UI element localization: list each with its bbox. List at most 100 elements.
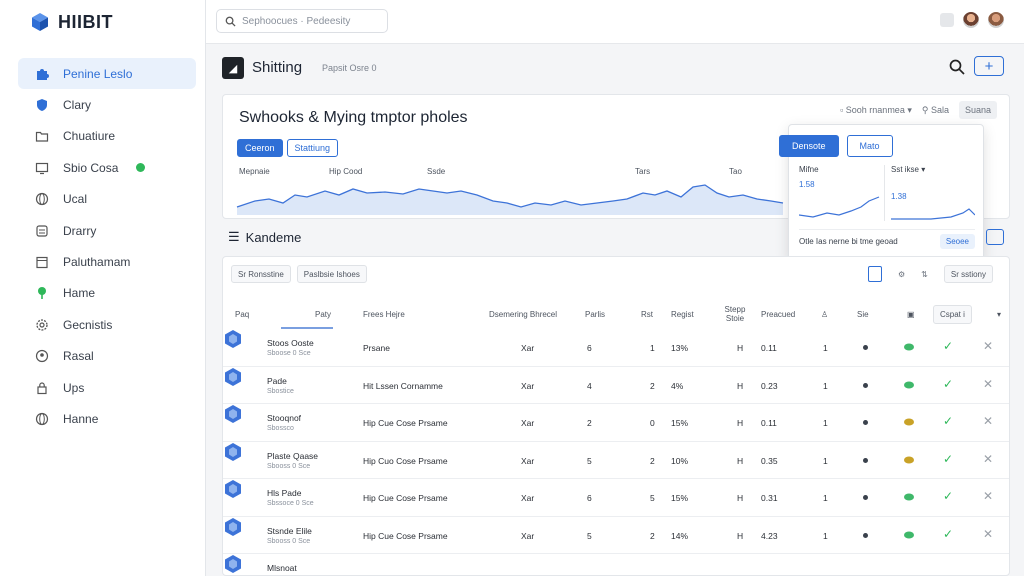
row-name[interactable]: Stsnde Elile bbox=[267, 526, 312, 536]
avatar-secondary[interactable] bbox=[988, 12, 1004, 28]
col-header[interactable]: Dsemering Bhrecel bbox=[489, 310, 557, 319]
name-type: Hip Cue Cose Prsame bbox=[363, 530, 448, 541]
col-header-tab[interactable]: Paty bbox=[315, 310, 331, 319]
toggle-secondary[interactable]: Stattiung bbox=[286, 139, 339, 157]
page-subtitle: Papsit Osre 0 bbox=[322, 63, 377, 73]
close-icon[interactable]: ✕ bbox=[983, 489, 993, 503]
sidebar-item-clary[interactable]: Clary bbox=[18, 89, 196, 120]
row-name[interactable]: Hls Pade bbox=[267, 488, 302, 498]
close-icon[interactable]: ✕ bbox=[983, 377, 993, 391]
approve-icon[interactable]: ✓ bbox=[943, 452, 953, 466]
approve-icon[interactable]: ✓ bbox=[943, 339, 953, 353]
table-row[interactable]: Hls Pade Sbssoce 0 Sce Hip Cue Cose Prsame… bbox=[223, 479, 1009, 517]
col-header[interactable]: Stepp Stoie bbox=[723, 305, 747, 323]
col-parlis: 6 bbox=[587, 493, 592, 503]
chevron-down-icon[interactable]: ▾ bbox=[997, 310, 1001, 319]
columns-button[interactable]: Cspat i bbox=[933, 305, 972, 324]
close-icon[interactable]: ✕ bbox=[983, 452, 993, 466]
sidebar-item-sbio-cosa[interactable]: Sbio Cosa bbox=[18, 152, 196, 183]
col-header[interactable]: Sie bbox=[857, 310, 869, 319]
export-icon[interactable] bbox=[868, 266, 882, 282]
approve-icon[interactable]: ✓ bbox=[943, 377, 953, 391]
col-count: 1 bbox=[823, 380, 828, 391]
table-row[interactable]: Plaste Qaase Sbooss 0 Sce Hip Cuo Cose Prs… bbox=[223, 442, 1009, 479]
search-box[interactable]: Sephoocues · Pedeesity bbox=[216, 9, 388, 33]
col-step: H bbox=[737, 530, 744, 541]
search-input[interactable]: Sephoocues · Pedeesity bbox=[242, 16, 350, 27]
col-rst-count: 2 bbox=[650, 455, 655, 466]
col-header[interactable]: Parlis bbox=[585, 310, 605, 319]
card-tool-filter[interactable]: ⚲ Sala bbox=[922, 105, 949, 116]
approve-icon[interactable]: ✓ bbox=[943, 527, 953, 541]
hexagon-avatar-icon bbox=[225, 330, 241, 348]
sidebar-item-gecnistis[interactable]: Gecnistis bbox=[18, 309, 196, 340]
sidebar-item-ups[interactable]: Ups bbox=[18, 372, 196, 403]
view-toggle: Ceeron Stattiung bbox=[237, 139, 339, 157]
col-header[interactable]: Preacued bbox=[761, 310, 795, 319]
col-regist: 15% bbox=[671, 493, 689, 503]
shield-icon bbox=[35, 98, 49, 112]
col-header[interactable]: Paq bbox=[235, 310, 249, 319]
header-search-icon[interactable] bbox=[948, 58, 966, 76]
hexagon-avatar-icon bbox=[225, 442, 241, 461]
close-icon[interactable]: ✕ bbox=[983, 527, 993, 541]
table-row[interactable]: Stoos Ooste Sboose 0 Sce Prsane Xar 6 1 13% H 0.… bbox=[223, 329, 1009, 367]
close-icon[interactable]: ✕ bbox=[983, 414, 993, 428]
col-regist: 4% bbox=[671, 380, 684, 391]
app-logo[interactable]: HIIBIT bbox=[30, 10, 113, 34]
col-preacued: 4.23 bbox=[761, 530, 778, 541]
sort-icon[interactable]: ⇅ bbox=[921, 270, 928, 279]
timeline-label: Tao bbox=[729, 167, 742, 176]
person-icon: ♙ bbox=[821, 310, 829, 319]
popover-footer-button[interactable]: Seoee bbox=[939, 234, 975, 249]
sidebar-item-rasal[interactable]: Rasal bbox=[18, 341, 196, 372]
popover-left-panel: Mifne 1.58 bbox=[799, 165, 885, 221]
popover-right-chart bbox=[891, 208, 975, 220]
table-row[interactable]: Mlsnoat bbox=[223, 554, 1009, 575]
card-tool-range[interactable]: ▫ Sooh rnanmea ▾ bbox=[840, 105, 912, 116]
col-rst-count: 1 bbox=[650, 343, 655, 353]
approve-icon[interactable]: ✓ bbox=[943, 414, 953, 428]
col-step: H bbox=[737, 455, 744, 466]
notifications-icon[interactable] bbox=[940, 13, 954, 27]
close-icon[interactable]: ✕ bbox=[983, 339, 993, 353]
settings-icon[interactable]: ⚙ bbox=[898, 270, 905, 279]
add-button[interactable]: + bbox=[974, 56, 1004, 76]
table-row[interactable]: Stooqnof Sbossco Hip Cue Cose Prsame Xar 2 0 1… bbox=[223, 404, 1009, 442]
row-name[interactable]: Stooqnof bbox=[267, 413, 301, 423]
sidebar-item-ucal[interactable]: Ucal bbox=[18, 184, 196, 215]
monitor-icon bbox=[35, 161, 49, 175]
row-subtitle: Sbooss 0 Sce bbox=[267, 537, 311, 545]
sidebar-item-hanne[interactable]: Hanne bbox=[18, 403, 196, 434]
sidebar-item-penine-leslo[interactable]: Penine Leslo bbox=[18, 58, 196, 90]
col-header[interactable]: Regist bbox=[671, 310, 694, 319]
table-row[interactable]: Stsnde Elile Sbooss 0 Sce Hip Cue Cose Prs… bbox=[223, 517, 1009, 554]
popover-secondary-button[interactable]: Mato bbox=[846, 135, 893, 157]
row-name[interactable]: Plaste Qaase bbox=[267, 451, 318, 461]
sidebar-item-drarry[interactable]: Drarry bbox=[18, 215, 196, 246]
popover-primary-button[interactable]: Densote bbox=[779, 135, 839, 157]
popover-left-label: Mifne bbox=[799, 165, 819, 174]
table-row[interactable]: Pade Sbostice Hit Lssen Cornamme Xar 4 2 4% H 0.… bbox=[223, 367, 1009, 404]
leaf-icon bbox=[904, 456, 914, 463]
toggle-primary[interactable]: Ceeron bbox=[237, 139, 283, 157]
row-name[interactable]: Mlsnoat bbox=[267, 563, 297, 573]
col-header[interactable]: Rst bbox=[641, 310, 653, 319]
col-step: H bbox=[737, 493, 744, 503]
col-regist: 13% bbox=[671, 343, 689, 353]
section-title: Kandeme bbox=[245, 229, 302, 245]
sidebar-item-hame[interactable]: Hame bbox=[18, 278, 196, 309]
sidebar-item-label: Chuatiure bbox=[63, 129, 116, 144]
section-expand-button[interactable] bbox=[986, 229, 1004, 245]
card-tool-save-button[interactable]: Suana bbox=[958, 101, 997, 119]
avatar[interactable] bbox=[963, 12, 979, 28]
col-header[interactable]: Frees Hejre bbox=[363, 310, 405, 319]
row-name[interactable]: Stoos Ooste bbox=[267, 338, 314, 348]
filter-chip[interactable]: Paslbsie Ishoes bbox=[296, 265, 367, 283]
sidebar-item-paluthamam[interactable]: Paluthamam bbox=[18, 246, 196, 277]
table-view-button[interactable]: Sr sstiony bbox=[943, 265, 993, 283]
sidebar-item-chuatiure[interactable]: Chuatiure bbox=[18, 121, 196, 152]
approve-icon[interactable]: ✓ bbox=[943, 489, 953, 503]
row-name[interactable]: Pade bbox=[267, 376, 287, 386]
filter-chip[interactable]: Sr Ronsstine bbox=[231, 265, 291, 283]
